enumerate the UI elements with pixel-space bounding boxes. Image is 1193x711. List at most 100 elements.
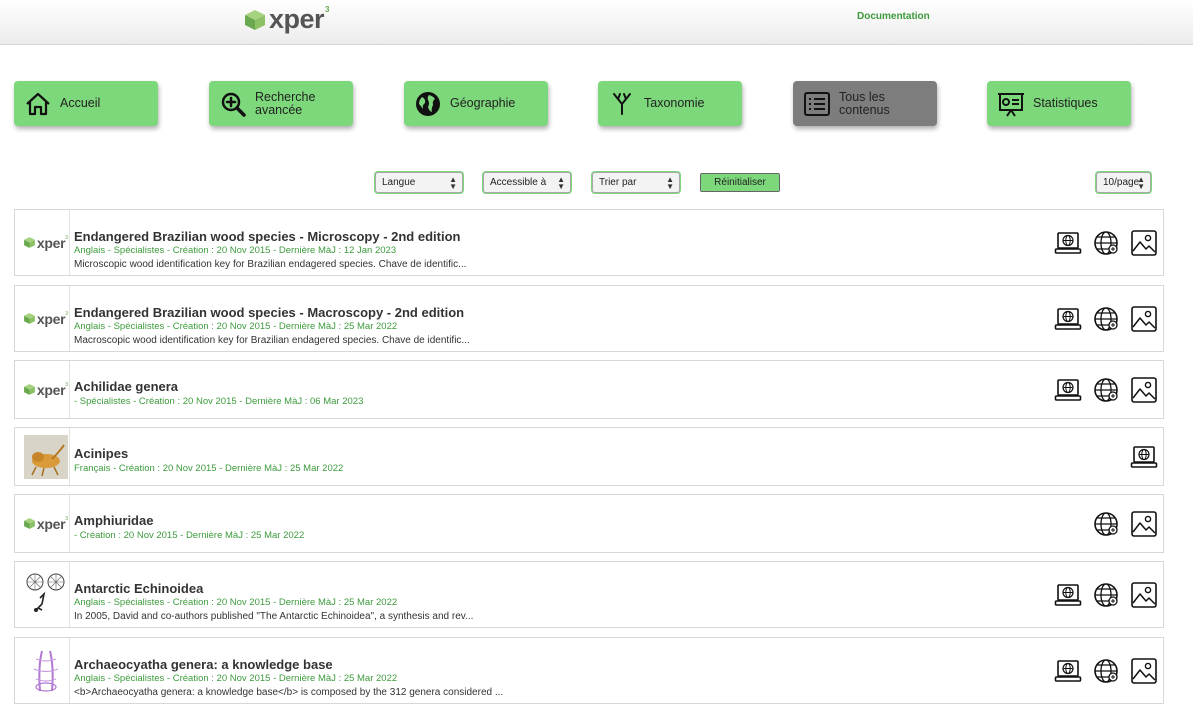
cube-logo-icon <box>23 236 36 249</box>
web-laptop-icon[interactable] <box>1054 229 1082 257</box>
list-item[interactable]: xper 3 Achilidae genera - Spécialistes - … <box>14 360 1164 419</box>
xper-mini-logo: xper 3 <box>23 516 68 532</box>
cube-logo-icon <box>23 312 36 325</box>
list-item[interactable]: xper 3 Amphiuridae - Création : 20 Nov 20… <box>14 494 1164 553</box>
list-item[interactable]: Archaeocyatha genera: a knowledge base A… <box>14 637 1164 704</box>
item-thumbnail: xper 3 <box>22 361 70 418</box>
list-item[interactable]: xper 3 Endangered Brazilian wood species … <box>14 209 1164 276</box>
mini-logo-superscript: 3 <box>65 310 69 317</box>
xper-mini-logo: xper 3 <box>23 311 68 327</box>
item-thumbnail <box>22 562 70 627</box>
web-laptop-icon[interactable] <box>1054 657 1082 685</box>
nav-taxonomie[interactable]: Taxonomie <box>598 81 742 126</box>
item-description: Macroscopic wood identification key for … <box>74 335 470 346</box>
list-item[interactable]: Antarctic Echinoidea Anglais - Spécialis… <box>14 561 1164 628</box>
globe-icon <box>416 91 440 116</box>
mini-logo-superscript: 3 <box>65 234 69 241</box>
web-laptop-icon[interactable] <box>1054 581 1082 609</box>
globe-icon[interactable] <box>1092 229 1120 257</box>
list-icon <box>804 91 830 116</box>
documentation-link[interactable]: Documentation <box>857 11 930 22</box>
item-meta: Anglais - Spécialistes - Création : 20 N… <box>74 321 398 332</box>
mini-logo-text: xper <box>36 515 66 532</box>
item-actions <box>1054 361 1158 418</box>
nav-label: Accueil <box>60 96 101 110</box>
item-meta: Anglais - Spécialistes - Création : 20 N… <box>74 597 398 608</box>
item-actions <box>1092 495 1158 552</box>
item-description: In 2005, David and co-authors published … <box>74 611 474 622</box>
image-icon[interactable] <box>1130 581 1158 609</box>
taxonomy-tree-icon <box>613 92 631 115</box>
list-item[interactable]: Acinipes Français - Création : 20 Nov 20… <box>14 427 1164 486</box>
globe-icon[interactable] <box>1092 581 1120 609</box>
item-title[interactable]: Amphiuridae <box>74 513 153 528</box>
xper-logo[interactable]: xper 3 <box>243 4 330 35</box>
trier-select-value: Trier par <box>599 177 637 188</box>
accessible-select[interactable]: Accessible à ▲ ▼ <box>483 172 571 193</box>
select-arrows-icon: ▲ ▼ <box>449 175 457 191</box>
nav-label: Taxonomie <box>644 96 705 110</box>
item-actions <box>1130 428 1158 485</box>
globe-icon[interactable] <box>1092 657 1120 685</box>
globe-icon[interactable] <box>1092 510 1120 538</box>
langue-select[interactable]: Langue ▲ ▼ <box>375 172 463 193</box>
image-icon[interactable] <box>1130 376 1158 404</box>
cube-logo-icon <box>245 9 265 30</box>
item-thumbnail: xper 3 <box>22 495 70 552</box>
web-laptop-icon[interactable] <box>1054 376 1082 404</box>
select-arrows-icon: ▲ ▼ <box>557 175 565 191</box>
item-description: <b>Archaeocyatha genera: a knowledge bas… <box>74 687 504 698</box>
nav-geographie[interactable]: Géographie <box>404 81 548 126</box>
item-title[interactable]: Achilidae genera <box>74 379 178 394</box>
nav-accueil[interactable]: Accueil <box>14 81 158 126</box>
xper-mini-logo: xper 3 <box>23 382 68 398</box>
image-icon[interactable] <box>1130 657 1158 685</box>
select-arrows-icon: ▲ ▼ <box>1137 175 1145 191</box>
image-icon[interactable] <box>1130 229 1158 257</box>
nav-label: Statistiques <box>1033 96 1098 110</box>
nav-statistiques[interactable]: Statistiques <box>987 81 1131 126</box>
nav-recherche-avancee[interactable]: Recherche avancée <box>209 81 353 126</box>
mini-logo-text: xper <box>36 310 66 327</box>
item-description: Microscopic wood identification key for … <box>74 259 467 270</box>
nav-label: Géographie <box>450 96 516 110</box>
mini-logo-superscript: 3 <box>65 381 69 388</box>
per-page-select[interactable]: 10/page ▲ ▼ <box>1096 172 1151 193</box>
item-actions <box>1054 562 1158 627</box>
web-laptop-icon[interactable] <box>1054 305 1082 333</box>
nav-label: Recherche avancée <box>255 89 316 117</box>
nav-label: Tous les contenus <box>839 89 890 117</box>
echinoid-drawing-thumbnail <box>23 571 68 618</box>
image-icon[interactable] <box>1130 305 1158 333</box>
item-meta: - Spécialistes - Création : 20 Nov 2015 … <box>74 396 364 407</box>
item-meta: Français - Création : 20 Nov 2015 - Dern… <box>74 463 344 474</box>
list-item[interactable]: xper 3 Endangered Brazilian wood species … <box>14 285 1164 352</box>
top-header: xper 3 Documentation <box>0 0 1193 45</box>
reset-button[interactable]: Réinitialiser <box>700 173 780 192</box>
item-title[interactable]: Acinipes <box>74 446 128 461</box>
item-actions <box>1054 210 1158 275</box>
mini-logo-text: xper <box>36 234 66 251</box>
nav-tous-les-contenus[interactable]: Tous les contenus <box>793 81 937 126</box>
mini-logo-superscript: 3 <box>65 515 69 522</box>
item-meta: Anglais - Spécialistes - Création : 20 N… <box>74 245 397 256</box>
item-meta: - Création : 20 Nov 2015 - Dernière MàJ … <box>74 530 305 541</box>
image-icon[interactable] <box>1130 510 1158 538</box>
item-title[interactable]: Antarctic Echinoidea <box>74 581 203 596</box>
cube-logo-icon <box>23 517 36 530</box>
trier-select[interactable]: Trier par ▲ ▼ <box>592 172 680 193</box>
item-thumbnail <box>22 428 70 485</box>
per-page-value: 10/page <box>1103 177 1140 188</box>
logo-text: xper <box>269 4 325 34</box>
globe-icon[interactable] <box>1092 305 1120 333</box>
item-title[interactable]: Archaeocyatha genera: a knowledge base <box>74 657 333 672</box>
insect-photo-thumbnail <box>23 434 68 479</box>
item-title[interactable]: Endangered Brazilian wood species - Micr… <box>74 229 460 244</box>
item-title[interactable]: Endangered Brazilian wood species - Macr… <box>74 305 464 320</box>
web-laptop-icon[interactable] <box>1130 443 1158 471</box>
item-thumbnail: xper 3 <box>22 286 70 351</box>
globe-icon[interactable] <box>1092 376 1120 404</box>
item-meta: Anglais - Spécialistes - Création : 20 N… <box>74 673 398 684</box>
item-thumbnail: xper 3 <box>22 210 70 275</box>
archaeocyatha-drawing-thumbnail <box>23 646 68 695</box>
